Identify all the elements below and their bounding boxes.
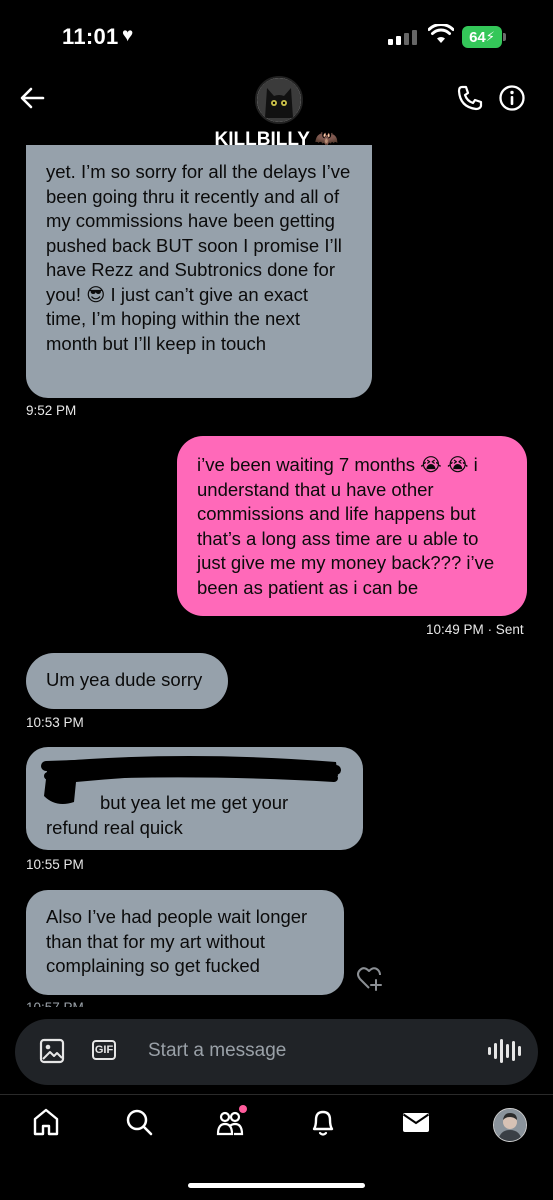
signal-icon bbox=[388, 30, 417, 45]
message-timestamp: 9:52 PM bbox=[26, 403, 77, 418]
battery-nub bbox=[503, 33, 506, 41]
message-bubble-received[interactable]: Um yea dude sorry bbox=[26, 653, 228, 709]
message-timestamp: 10:57 PM bbox=[26, 1000, 84, 1007]
message-bubble-sent[interactable]: i’ve been waiting 7 months 😭 😭 i underst… bbox=[177, 436, 527, 616]
add-reaction-icon[interactable] bbox=[356, 966, 384, 997]
info-icon[interactable] bbox=[498, 84, 526, 117]
redaction-scribble bbox=[41, 756, 341, 804]
cat-avatar-image bbox=[257, 78, 301, 122]
notifications-icon[interactable] bbox=[308, 1106, 338, 1143]
gif-icon[interactable]: GIF bbox=[92, 1040, 116, 1060]
notification-dot bbox=[239, 1105, 247, 1113]
messages-icon[interactable] bbox=[401, 1106, 431, 1143]
message-bubble-received[interactable]: yet. I’m so sorry for all the delays I’v… bbox=[26, 145, 372, 398]
message-input[interactable]: Start a message bbox=[148, 1040, 286, 1062]
phone-icon[interactable] bbox=[456, 84, 484, 117]
voice-message-icon[interactable] bbox=[488, 1038, 521, 1064]
battery-indicator: 64 ⚡ bbox=[462, 26, 502, 48]
search-icon[interactable] bbox=[124, 1106, 154, 1143]
delivery-status: · Sent bbox=[487, 622, 524, 637]
wifi-icon bbox=[427, 23, 455, 49]
home-icon[interactable] bbox=[31, 1106, 61, 1143]
contact-avatar[interactable] bbox=[255, 76, 303, 124]
nav-divider bbox=[0, 1094, 553, 1095]
home-indicator bbox=[188, 1183, 365, 1188]
message-timestamp: 10:49 PM · Sent bbox=[426, 622, 524, 637]
back-button[interactable] bbox=[18, 84, 46, 117]
profile-avatar[interactable] bbox=[493, 1108, 527, 1142]
heart-icon: ♥ bbox=[122, 25, 134, 46]
message-timestamp: 10:55 PM bbox=[26, 857, 84, 872]
message-timestamp: 10:53 PM bbox=[26, 715, 84, 730]
status-time: 11:01 bbox=[62, 24, 119, 49]
image-icon[interactable] bbox=[39, 1038, 65, 1069]
message-bubble-received[interactable]: Also I’ve had people wait longer than th… bbox=[26, 890, 344, 995]
